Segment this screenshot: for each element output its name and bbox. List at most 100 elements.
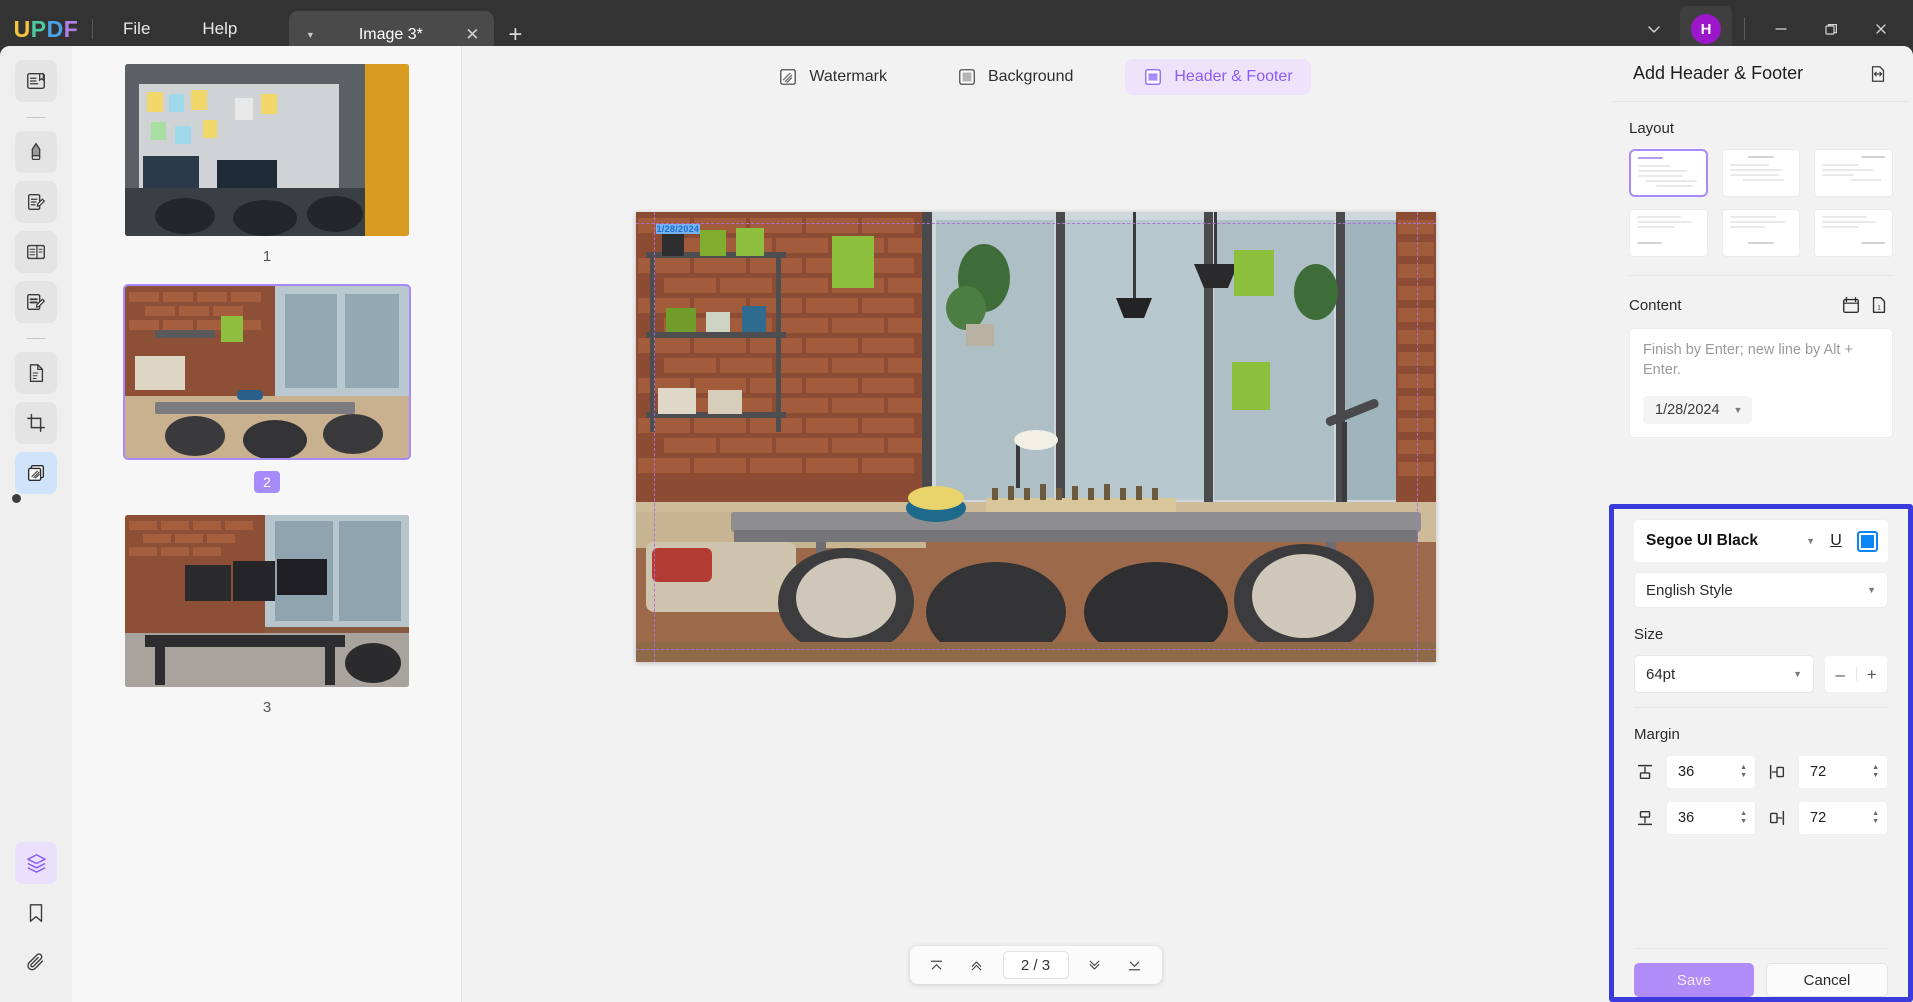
close-icon[interactable]: ✕: [462, 25, 482, 45]
header-text-field[interactable]: 1/28/2024: [656, 224, 701, 234]
margin-label: Margin: [1634, 726, 1888, 743]
content-input-box[interactable]: Finish by Enter; new line by Alt + Enter…: [1629, 328, 1893, 438]
sidebar-item-ocr[interactable]: [15, 352, 57, 394]
right-margin-guide: [1417, 212, 1418, 662]
first-page-button[interactable]: [920, 950, 954, 980]
sidebar-item-watermark[interactable]: [15, 452, 57, 494]
panel-divider: [1629, 275, 1893, 276]
next-page-button[interactable]: [1078, 950, 1112, 980]
chevron-down-icon[interactable]: [1630, 7, 1678, 51]
margin-right-value: 72: [1810, 810, 1826, 826]
size-row: 64pt ▼ – +: [1634, 655, 1888, 693]
layout-header-right[interactable]: [1814, 149, 1893, 197]
margin-bottom-value: 36: [1678, 810, 1694, 826]
cancel-button[interactable]: Cancel: [1766, 963, 1888, 997]
margin-left-icon: [1766, 761, 1788, 783]
tab-watermark[interactable]: Watermark: [760, 59, 905, 95]
thumbnail-item[interactable]: 3: [72, 515, 462, 737]
sidebar-item-crop[interactable]: [15, 402, 57, 444]
size-label: Size: [1634, 626, 1888, 643]
document-page[interactable]: 1/28/2024: [636, 212, 1436, 662]
page-thumbnail-panel[interactable]: 1: [72, 46, 462, 1002]
watermark-icon: [778, 67, 798, 87]
window-controls-divider: [1744, 18, 1745, 40]
chevron-down-icon[interactable]: ▼: [301, 26, 319, 44]
sidebar-item-reader[interactable]: [15, 60, 57, 102]
chevron-down-icon[interactable]: ▼: [1806, 536, 1815, 546]
thumbnail-item[interactable]: 1: [72, 64, 462, 286]
background-icon: [957, 67, 977, 87]
layout-footer-left[interactable]: [1629, 209, 1708, 257]
layout-template-grid: [1629, 149, 1893, 257]
underline-button[interactable]: U: [1823, 529, 1849, 553]
page-title: Add Header & Footer: [1633, 63, 1865, 84]
page-thumbnail-3[interactable]: [125, 515, 409, 687]
decrease-size-button[interactable]: –: [1825, 666, 1856, 683]
tab-header-footer[interactable]: Header & Footer: [1125, 59, 1310, 95]
logo-letter-u: U: [14, 16, 31, 43]
layout-header-center[interactable]: [1722, 149, 1801, 197]
titlebar-divider: [92, 19, 93, 39]
page-thumbnail-2[interactable]: [125, 286, 409, 458]
calendar-icon[interactable]: [1837, 292, 1865, 318]
increase-size-button[interactable]: +: [1857, 666, 1888, 683]
sidebar-item-comment[interactable]: [15, 281, 57, 323]
chevron-down-icon[interactable]: ▼: [1734, 405, 1743, 415]
sidebar-item-attachment[interactable]: [15, 942, 57, 984]
margin-top-field[interactable]: 36 ▲▼: [1666, 755, 1756, 789]
sidebar-item-edit-pdf[interactable]: [15, 181, 57, 223]
previous-page-button[interactable]: [960, 950, 994, 980]
page-canvas-wrapper: 1/28/2024: [462, 108, 1609, 1002]
header-footer-panel: Add Header & Footer Layout: [1609, 46, 1913, 1002]
logo-letter-f: F: [64, 16, 79, 43]
stepper-arrows[interactable]: ▲▼: [1740, 811, 1747, 825]
chevron-down-icon[interactable]: ▼: [1867, 585, 1876, 595]
layout-footer-right[interactable]: [1814, 209, 1893, 257]
expand-panel-icon[interactable]: [1865, 61, 1891, 87]
maximize-icon[interactable]: [1807, 7, 1855, 51]
stepper-arrows[interactable]: ▲▼: [1740, 765, 1747, 779]
date-token-value: 1/28/2024: [1655, 402, 1720, 418]
margin-right-field[interactable]: 72 ▲▼: [1798, 801, 1888, 835]
logo-letter-d: D: [47, 16, 64, 43]
margin-top-icon: [1634, 761, 1656, 783]
font-size-stepper[interactable]: – +: [1824, 655, 1888, 693]
header-footer-icon: [1143, 67, 1163, 87]
minimize-icon[interactable]: [1757, 7, 1805, 51]
rail-collapse-handle[interactable]: [12, 494, 21, 503]
tab-background[interactable]: Background: [939, 59, 1091, 95]
content-header-row: Content 1: [1629, 292, 1893, 318]
page-thumbnail-1[interactable]: [125, 64, 409, 236]
save-button[interactable]: Save: [1634, 963, 1754, 997]
document-tab-title: Image 3*: [325, 26, 456, 44]
stepper-arrows[interactable]: ▲▼: [1872, 765, 1879, 779]
sidebar-item-annotate[interactable]: [15, 131, 57, 173]
panel-body: Layout: [1609, 120, 1913, 438]
sidebar-item-bookmark[interactable]: [15, 892, 57, 934]
content-label: Content: [1629, 297, 1837, 314]
logo-letter-p: P: [31, 16, 47, 43]
margin-bottom-field[interactable]: 36 ▲▼: [1666, 801, 1756, 835]
stepper-arrows[interactable]: ▲▼: [1872, 811, 1879, 825]
page-number-field[interactable]: 2 / 3: [1003, 951, 1069, 979]
page-number-icon[interactable]: 1: [1865, 292, 1893, 318]
thumbnail-item[interactable]: 2: [72, 286, 462, 515]
font-family-row[interactable]: Segoe UI Black ▼ U: [1634, 519, 1888, 562]
date-token[interactable]: 1/28/2024 ▼: [1643, 396, 1752, 424]
font-family-value: Segoe UI Black: [1646, 532, 1798, 550]
font-size-select[interactable]: 64pt ▼: [1634, 655, 1814, 693]
margin-left-field[interactable]: 72 ▲▼: [1798, 755, 1888, 789]
close-icon[interactable]: [1857, 7, 1905, 51]
header-guide-line: [636, 223, 1436, 224]
chevron-down-icon[interactable]: ▼: [1793, 669, 1802, 679]
panel-action-buttons: Save Cancel: [1634, 948, 1888, 997]
sidebar-item-layers[interactable]: [15, 842, 57, 884]
layout-header-left[interactable]: [1629, 149, 1708, 197]
style-select[interactable]: English Style ▼: [1634, 572, 1888, 608]
page-image: [636, 212, 1436, 662]
sidebar-item-page-organize[interactable]: [15, 231, 57, 273]
layout-footer-center[interactable]: [1722, 209, 1801, 257]
text-color-swatch[interactable]: [1857, 531, 1878, 552]
last-page-button[interactable]: [1118, 950, 1152, 980]
margin-bottom-icon: [1634, 807, 1656, 829]
